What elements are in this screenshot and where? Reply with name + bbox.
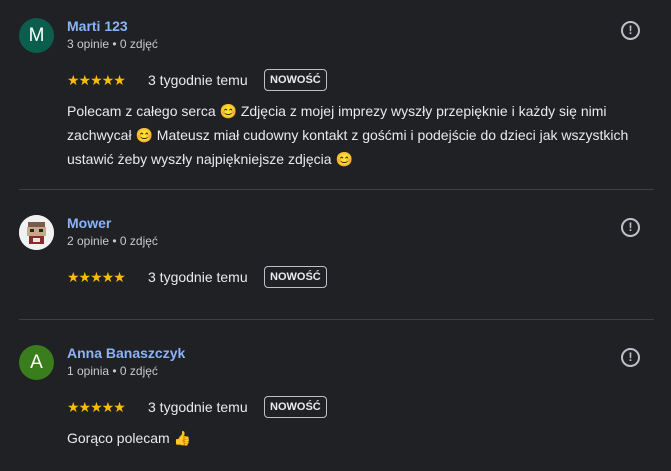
new-badge: NOWOŚĆ [264, 266, 327, 288]
review-time: 3 tygodnie temu [148, 72, 248, 88]
reviewer-meta: 3 opinie • 0 zdjęć [67, 37, 158, 51]
avatar-image-icon [19, 215, 54, 250]
report-icon[interactable]: ! [621, 348, 640, 367]
star-rating: ★★★★★ [67, 72, 126, 88]
new-badge: NOWOŚĆ [264, 396, 327, 418]
reviewer-meta: 1 opinia • 0 zdjęć [67, 364, 158, 378]
divider [19, 189, 654, 190]
avatar[interactable] [19, 215, 54, 250]
review-time: 3 tygodnie temu [148, 269, 248, 285]
review-text: Gorąco polecam 👍 [67, 430, 192, 446]
new-badge: NOWOŚĆ [264, 69, 327, 91]
divider [19, 319, 654, 320]
reviewer-name[interactable]: Mower [67, 215, 111, 231]
report-icon[interactable]: ! [621, 21, 640, 40]
avatar[interactable]: A [19, 345, 54, 380]
star-rating: ★★★★★ [67, 399, 126, 415]
review-time: 3 tygodnie temu [148, 399, 248, 415]
reviewer-name[interactable]: Marti 123 [67, 18, 128, 34]
star-rating: ★★★★★ [67, 269, 126, 285]
reviewer-name[interactable]: Anna Banaszczyk [67, 345, 185, 361]
report-icon[interactable]: ! [621, 218, 640, 237]
reviewer-meta: 2 opinie • 0 zdjęć [67, 234, 158, 248]
avatar[interactable]: M [19, 18, 54, 53]
review-text: Polecam z całego serca 😊 Zdjęcia z mojej… [67, 103, 629, 167]
